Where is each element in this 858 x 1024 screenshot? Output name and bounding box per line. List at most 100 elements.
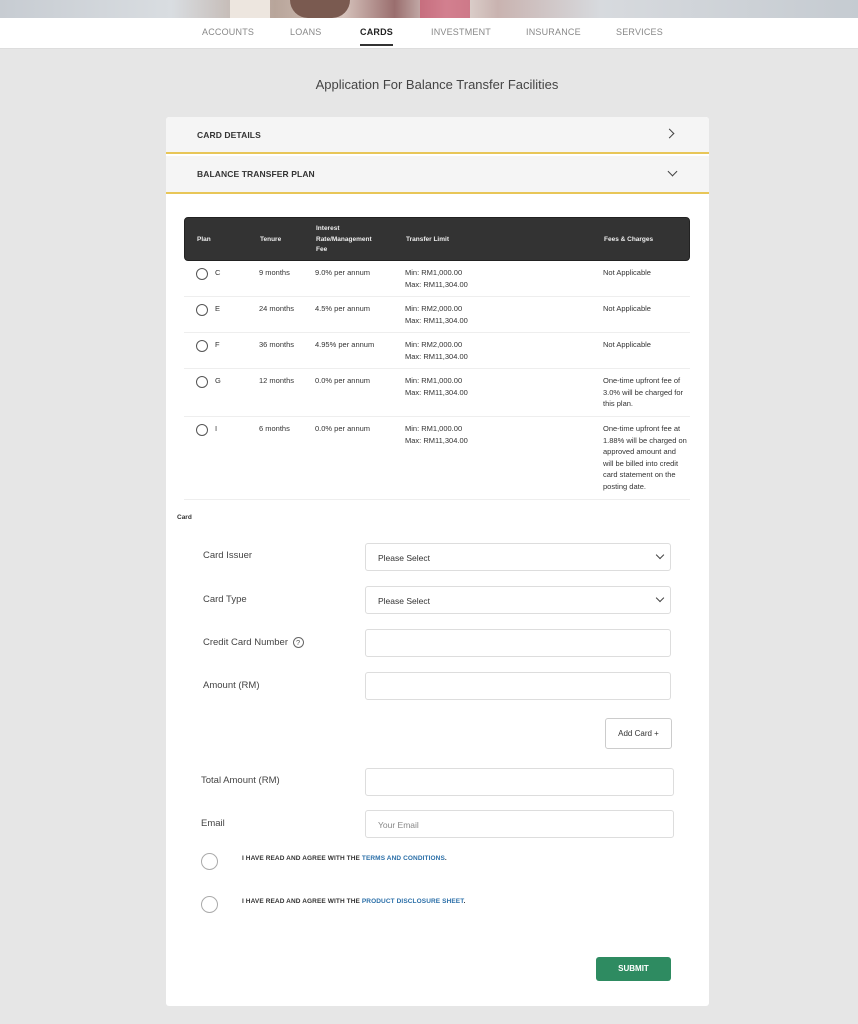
interest-rate: 4.5% per annum xyxy=(315,304,371,313)
hero-image-fragment xyxy=(230,0,270,18)
page-title: Application For Balance Transfer Facilit… xyxy=(315,77,559,92)
hero-image-fragment xyxy=(420,0,470,18)
interest-rate: 9.0% per annum xyxy=(315,268,371,277)
fees-text: 3.0% will be charged for xyxy=(603,387,684,397)
amount-input[interactable] xyxy=(365,672,671,700)
card-number-input[interactable] xyxy=(365,629,671,657)
chevron-down-icon xyxy=(655,593,665,603)
interest-rate: 0.0% per annum xyxy=(315,376,371,385)
nav-item-services[interactable]: SERVICES xyxy=(616,27,663,37)
hero-image-fragment xyxy=(290,0,350,18)
transfer-min: Min: RM1,000.00 xyxy=(405,424,463,433)
submit-button[interactable]: SUBMIT xyxy=(596,957,671,981)
nav-item-accounts[interactable]: ACCOUNTS xyxy=(202,27,254,37)
hero-banner xyxy=(0,0,858,18)
card-number-label: Credit Card Number ? xyxy=(203,637,304,648)
transfer-max: Max: RM11,304.00 xyxy=(405,279,468,289)
agreement-suffix: . xyxy=(444,855,447,862)
accordion-card-details[interactable]: CARD DETAILS xyxy=(166,117,709,154)
agreement-prefix: I HAVE READ AND AGREE WITH THE xyxy=(242,855,362,862)
column-header-plan: Plan xyxy=(197,236,211,243)
chevron-right-icon xyxy=(664,128,675,139)
nav-item-loans[interactable]: LOANS xyxy=(290,27,322,37)
card-section-label: Card xyxy=(177,514,192,521)
table-row: E 24 months 4.5% per annum Min: RM2,000.… xyxy=(184,297,690,333)
accordion-balance-transfer-plan[interactable]: BALANCE TRANSFER PLAN xyxy=(166,156,709,194)
add-card-button[interactable]: Add Card + xyxy=(605,718,672,749)
select-value: Please Select xyxy=(378,553,430,563)
plan-code: G xyxy=(215,376,221,385)
nav-item-cards[interactable]: CARDS xyxy=(360,27,394,46)
product-disclosure-link[interactable]: PRODUCT DISCLOSURE SHEET xyxy=(362,898,464,905)
table-row: G 12 months 0.0% per annum Min: RM1,000.… xyxy=(184,369,690,417)
nav-item-insurance[interactable]: INSURANCE xyxy=(526,27,581,37)
column-header-fees: Fees & Charges xyxy=(604,236,654,243)
amount-label: Amount (RM) xyxy=(203,680,260,691)
tenure: 6 months xyxy=(259,424,290,433)
plan-radio-f[interactable] xyxy=(196,340,208,352)
card-number-label-text: Credit Card Number xyxy=(203,637,288,649)
transfer-min: Min: RM1,000.00 xyxy=(405,376,463,385)
agreement-prefix: I HAVE READ AND AGREE WITH THE xyxy=(242,898,362,905)
plan-radio-e[interactable] xyxy=(196,304,208,316)
transfer-min: Min: RM2,000.00 xyxy=(405,340,463,349)
fees-text: approved amount and xyxy=(603,447,676,456)
nav-item-investment[interactable]: INVESTMENT xyxy=(431,27,491,37)
total-amount-input[interactable] xyxy=(365,768,674,796)
fees-text: card statement on the xyxy=(603,470,676,479)
plan-code: F xyxy=(215,340,220,349)
plan-table: Plan Tenure Interest Rate/Management Fee… xyxy=(184,217,690,500)
transfer-max: Max: RM11,304.00 xyxy=(405,315,468,325)
accordion-label: BALANCE TRANSFER PLAN xyxy=(197,169,315,179)
transfer-min: Min: RM1,000.00 xyxy=(405,268,463,277)
fees-text: Not Applicable xyxy=(603,268,651,277)
tenure: 24 months xyxy=(259,304,295,313)
plan-code: I xyxy=(215,424,218,433)
table-row: C 9 months 9.0% per annum Min: RM1,000.0… xyxy=(184,261,690,297)
fees-text: posting date. xyxy=(603,481,646,491)
column-header-tenure: Tenure xyxy=(260,236,282,243)
chevron-down-icon xyxy=(667,166,678,177)
table-header: Plan Tenure Interest Rate/Management Fee… xyxy=(184,217,690,261)
tenure: 36 months xyxy=(259,340,295,349)
chevron-down-icon xyxy=(655,550,665,560)
accordion-label: CARD DETAILS xyxy=(197,130,261,140)
pds-radio[interactable] xyxy=(201,896,218,913)
card-issuer-label: Card Issuer xyxy=(203,550,253,561)
fees-text: One-time upfront fee of xyxy=(603,376,681,385)
transfer-min: Min: RM2,000.00 xyxy=(405,304,463,313)
select-value: Please Select xyxy=(378,596,430,606)
fees-text: 1.88% will be charged on xyxy=(603,435,687,445)
transfer-max: Max: RM11,304.00 xyxy=(405,387,468,397)
email-placeholder: Your Email xyxy=(378,820,419,830)
terms-agreement-text: I HAVE READ AND AGREE WITH THE TERMS AND… xyxy=(242,855,447,862)
card-type-select[interactable]: Please Select xyxy=(365,586,671,614)
card-type-label: Card Type xyxy=(203,594,247,605)
column-header-interest: Fee xyxy=(316,246,328,253)
tenure: 9 months xyxy=(259,268,290,277)
plan-radio-c[interactable] xyxy=(196,268,208,280)
plan-radio-g[interactable] xyxy=(196,376,208,388)
email-label: Email xyxy=(201,818,225,829)
total-amount-label: Total Amount (RM) xyxy=(201,775,280,786)
application-panel: CARD DETAILS BALANCE TRANSFER PLAN Plan … xyxy=(166,117,709,1006)
transfer-max: Max: RM11,304.00 xyxy=(405,435,468,445)
plan-code: C xyxy=(215,268,221,277)
transfer-max: Max: RM11,304.00 xyxy=(405,351,468,361)
fees-text: One-time upfront fee at xyxy=(603,424,681,433)
email-input[interactable]: Your Email xyxy=(365,810,674,838)
interest-rate: 0.0% per annum xyxy=(315,424,371,433)
card-issuer-select[interactable]: Please Select xyxy=(365,543,671,571)
table-row: I 6 months 0.0% per annum Min: RM1,000.0… xyxy=(184,417,690,500)
plan-radio-i[interactable] xyxy=(196,424,208,436)
fees-text: Not Applicable xyxy=(603,340,651,349)
fees-text: this plan. xyxy=(603,399,634,408)
tenure: 12 months xyxy=(259,376,295,385)
help-icon[interactable]: ? xyxy=(292,637,304,648)
terms-link[interactable]: TERMS AND CONDITIONS xyxy=(362,855,445,862)
fees-text: will be billed into credit xyxy=(603,458,679,468)
main-nav: ACCOUNTS LOANS CARDS INVESTMENT INSURANC… xyxy=(0,18,858,49)
column-header-interest: Rate/Management xyxy=(316,235,372,243)
terms-radio[interactable] xyxy=(201,853,218,870)
column-header-transfer-limit: Transfer Limit xyxy=(406,236,449,243)
